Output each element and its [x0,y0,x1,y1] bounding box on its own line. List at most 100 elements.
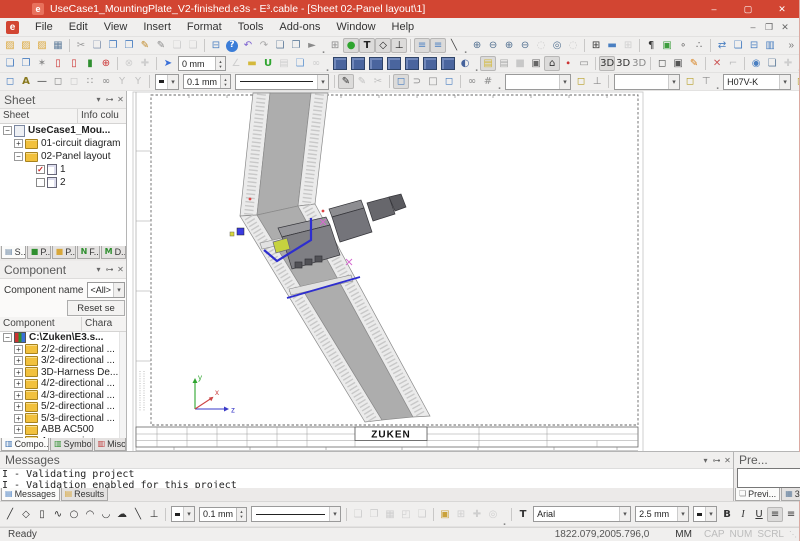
tree-item-3-2-directional[interactable]: +3/2-directional ... [0,355,126,367]
line-color-picker[interactable]: ▾ [155,74,179,90]
tree-item-abb-ac500[interactable]: +ABB AC500 [0,424,126,436]
close-icon[interactable]: ✕ [115,265,126,274]
pen-inactive-icon[interactable]: ✎ [354,74,370,89]
expander-icon[interactable]: + [14,402,23,411]
send-back-icon[interactable]: ❏ [414,507,430,522]
forbid-icon[interactable]: ⊗ [121,56,137,71]
image-insert-icon[interactable]: ▣ [437,507,453,522]
draw-dimension-icon[interactable]: ⊥ [146,507,162,522]
preview-body[interactable] [737,468,800,488]
zoom-window-icon[interactable]: ◌ [533,38,549,53]
zoom-increase-icon[interactable]: ⊕ [501,38,517,53]
panel-menu-icon[interactable]: ▾ [700,456,711,465]
expander-icon[interactable]: − [14,152,23,161]
expander-icon[interactable]: + [14,368,23,377]
drawing-canvas[interactable]: ZUKEN [127,91,799,451]
sheet-properties-icon[interactable]: ❏ [272,38,288,53]
pin-chain-icon[interactable]: ∞ [98,74,114,89]
symbol-node-alt-icon[interactable]: ◻ [50,74,66,89]
mdi-close-button[interactable]: ✕ [777,20,793,34]
tree-item-3d-harness[interactable]: +3D-Harness De... [0,367,126,379]
expander-icon[interactable]: + [14,139,23,148]
sphere-tool-icon[interactable]: ● [343,38,359,53]
grid-toggle-icon[interactable]: ⊞ [588,38,604,53]
tree-item-sheet-1[interactable]: ✓1 [0,163,126,176]
tab-sheet[interactable]: ▤S... [1,246,26,259]
symbol-node-icon[interactable]: ◻ [2,74,18,89]
resize-grip[interactable]: ⋱ [789,530,797,539]
close-icon[interactable]: ✕ [115,95,126,104]
export-icon[interactable]: ► [304,38,320,53]
menu-insert[interactable]: Insert [135,19,179,35]
dropdown-caret-icon[interactable]: ▾ [705,507,716,521]
tree-item-project[interactable]: −UseCase1_Mou... [0,124,126,137]
cable-assign-icon[interactable]: ◻ [573,74,589,89]
dropdown-caret-icon[interactable]: ▾ [183,507,194,521]
wire-assign-icon[interactable]: ◻ [793,74,799,89]
cube-section-icon[interactable]: ▣ [670,56,686,71]
line-draw-icon[interactable]: ╲ [446,38,462,53]
graphic-line-width-field[interactable]: 0.1 mm▲▼ [199,507,247,522]
tab-field[interactable]: NF... [77,246,100,259]
drawing-area[interactable]: ZUKEN [127,91,799,451]
column-header[interactable]: Info colu [78,109,126,123]
expander-icon[interactable]: + [14,437,23,438]
minimize-button[interactable]: – [697,0,731,18]
node-insert-icon[interactable]: ◻ [441,74,457,89]
spinner-icon[interactable]: ▲▼ [215,57,225,70]
ungroup-objects-icon[interactable]: ◰ [398,507,414,522]
spin-down-icon[interactable]: ▼ [240,514,244,519]
redo-icon[interactable]: ↷ [256,38,272,53]
line-style-combo[interactable]: ▾ [235,74,329,90]
sphere-view-icon[interactable]: ◉ [748,56,764,71]
cable-duct-upper[interactable] [240,93,328,216]
add-vertex-icon[interactable]: ✚ [469,507,485,522]
align-center-icon[interactable]: ≡ [783,507,799,522]
model-home-icon[interactable]: ⌂ [544,56,560,71]
zoom-previous-icon[interactable]: ◌ [565,38,581,53]
panel-menu-icon[interactable]: ▾ [93,95,104,104]
duct-route-icon[interactable]: U [260,56,276,71]
reset-search-button[interactable]: Reset se [67,300,125,316]
tab-panel[interactable]: ■P... [27,246,51,259]
split-vertical-icon[interactable]: ▥ [762,38,778,53]
conductor-type-combo[interactable]: ▾ [614,74,680,90]
format-painter-alt-icon[interactable]: ✎ [153,38,169,53]
split-horizontal-icon[interactable]: ⊟ [746,38,762,53]
print-icon[interactable]: ⊟ [208,38,224,53]
spin-down-icon[interactable]: ▼ [224,82,228,87]
dropdown-caret-icon[interactable]: ▾ [329,507,340,521]
slope-icon[interactable]: ∠ [228,56,244,71]
pen-orange-icon[interactable]: ✎ [686,56,702,71]
mdi-minimize-button[interactable]: – [745,20,761,34]
chain-link-icon[interactable]: ∞ [464,74,480,89]
doc-3d-icon[interactable]: ❏ [764,56,780,71]
tree-item-4-2-directional[interactable]: +4/2-directional ... [0,378,126,390]
maximize-button[interactable]: ▢ [731,0,765,18]
new-window-icon[interactable]: ❏ [730,38,746,53]
wye-right-icon[interactable]: Y [130,74,146,89]
page-setup-icon[interactable]: ❏ [2,56,18,71]
conductor-assign-icon[interactable]: ◻ [682,74,698,89]
column-header[interactable]: Component [0,317,82,331]
sheet-export-icon[interactable]: ❐ [288,38,304,53]
sheet-checkbox[interactable]: ✓ [36,165,45,174]
expander-icon[interactable]: − [3,126,12,135]
export-3d-icon[interactable]: 3D [631,56,647,71]
dropdown-caret-icon[interactable]: ▾ [668,75,679,89]
cut-icon[interactable]: ✂ [73,38,89,53]
cable-type-combo[interactable]: ▾ [505,74,571,90]
column-header[interactable]: Sheet [0,109,78,123]
view-back-icon[interactable] [405,57,419,70]
fill-solid-icon[interactable]: ■ [512,56,528,71]
text-tool-icon[interactable]: T [359,38,375,53]
grid-size-field[interactable]: 0 mm▲▼ [178,56,226,71]
copy-graphic-icon[interactable]: ❏ [350,507,366,522]
compare-sheets-icon[interactable]: ⇄ [714,38,730,53]
draw-spline-icon[interactable]: ∿ [50,507,66,522]
tree-item-5-2-directional[interactable]: +5/2-directional ... [0,401,126,413]
tab-symbol[interactable]: ▥Symbol [50,438,92,451]
tab-database[interactable]: MD... [101,246,126,259]
hatch-yellow-icon[interactable]: ▤ [480,56,496,71]
view-iso-icon[interactable] [333,57,347,70]
